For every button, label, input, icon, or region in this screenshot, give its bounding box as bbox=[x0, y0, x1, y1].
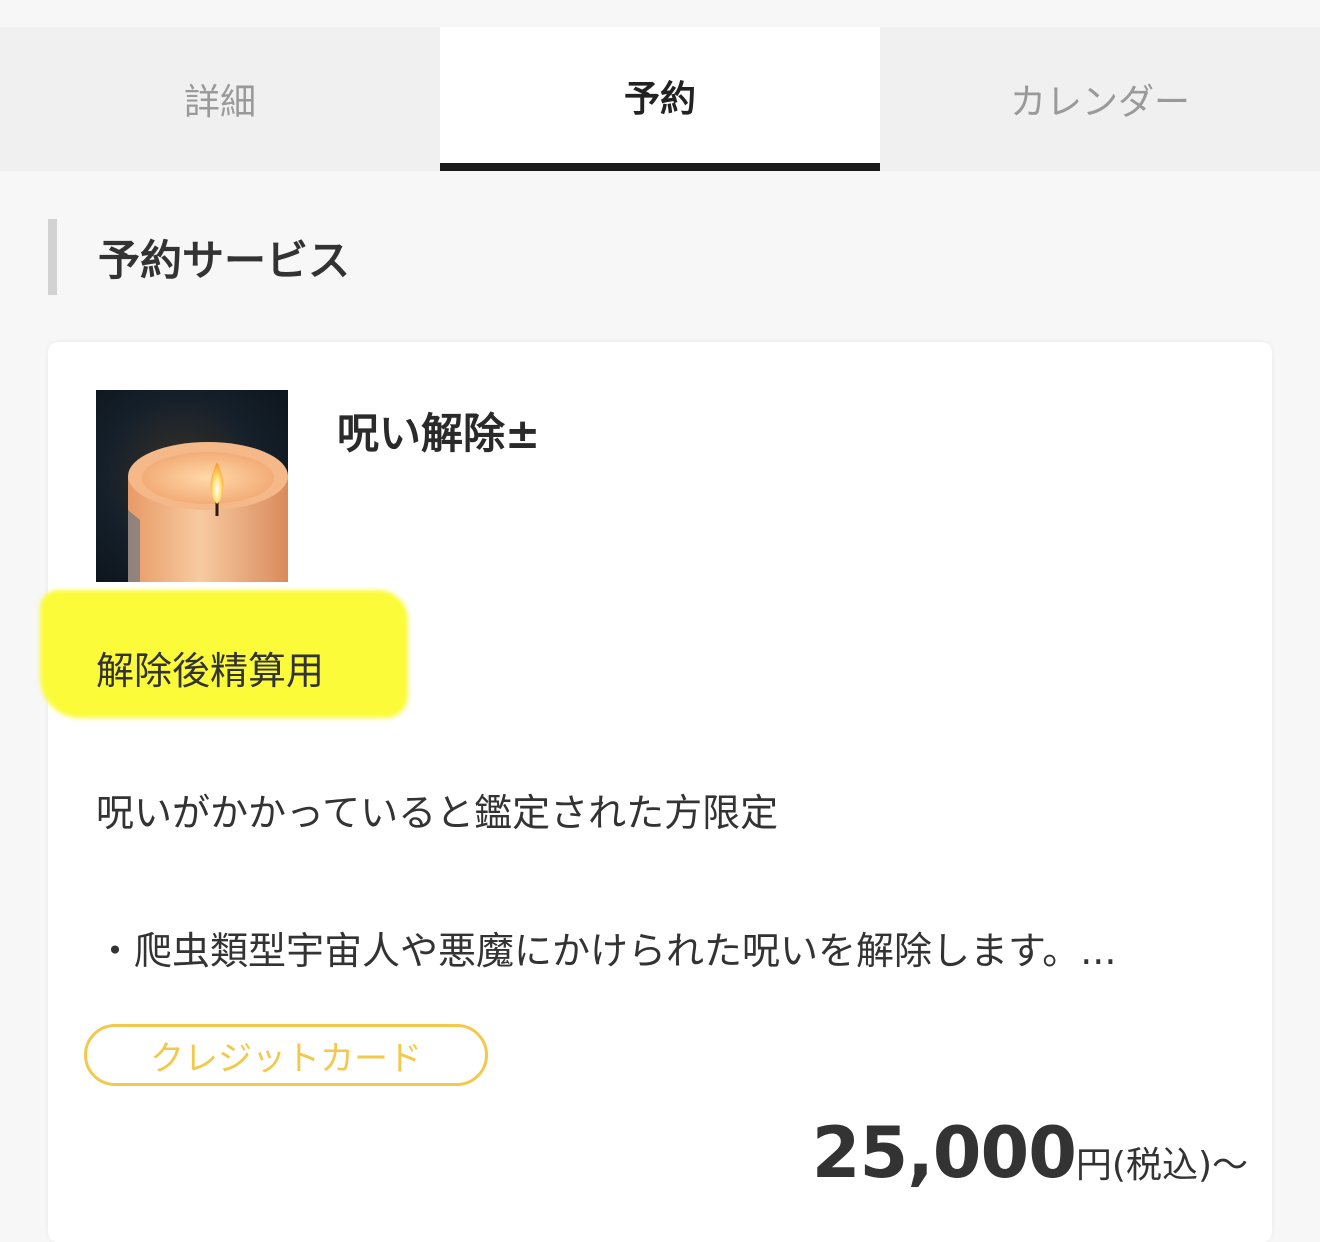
service-description-line1: 呪いがかかっていると鑑定された方限定 bbox=[96, 791, 779, 835]
section-heading: 予約サービス bbox=[48, 219, 350, 295]
price-amount: 25,000 bbox=[811, 1112, 1077, 1194]
service-price: 25,000円(税込)〜 bbox=[812, 1112, 1248, 1194]
section-title: 予約サービス bbox=[98, 235, 351, 285]
tab-bar: 詳細 予約 カレンダー bbox=[0, 27, 1320, 171]
tab-reservation[interactable]: 予約 bbox=[440, 27, 880, 171]
service-description-line2: ・爬虫類型宇宙人や悪魔にかけられた呪いを解除します。... bbox=[96, 929, 1117, 973]
tab-calendar[interactable]: カレンダー bbox=[880, 27, 1320, 171]
candle-image-icon bbox=[96, 390, 288, 582]
service-card[interactable]: 呪い解除± 解除後精算用 呪いがかかっていると鑑定された方限定 ・爬虫類型宇宙人… bbox=[40, 342, 1272, 1242]
payment-method-badge: クレジットカード bbox=[84, 1024, 488, 1086]
service-thumbnail[interactable] bbox=[96, 390, 288, 582]
service-title[interactable]: 呪い解除± bbox=[337, 400, 540, 461]
price-unit: 円(税込)〜 bbox=[1075, 1145, 1248, 1186]
service-subtitle: 解除後精算用 bbox=[96, 649, 325, 693]
tab-details[interactable]: 詳細 bbox=[0, 27, 440, 171]
